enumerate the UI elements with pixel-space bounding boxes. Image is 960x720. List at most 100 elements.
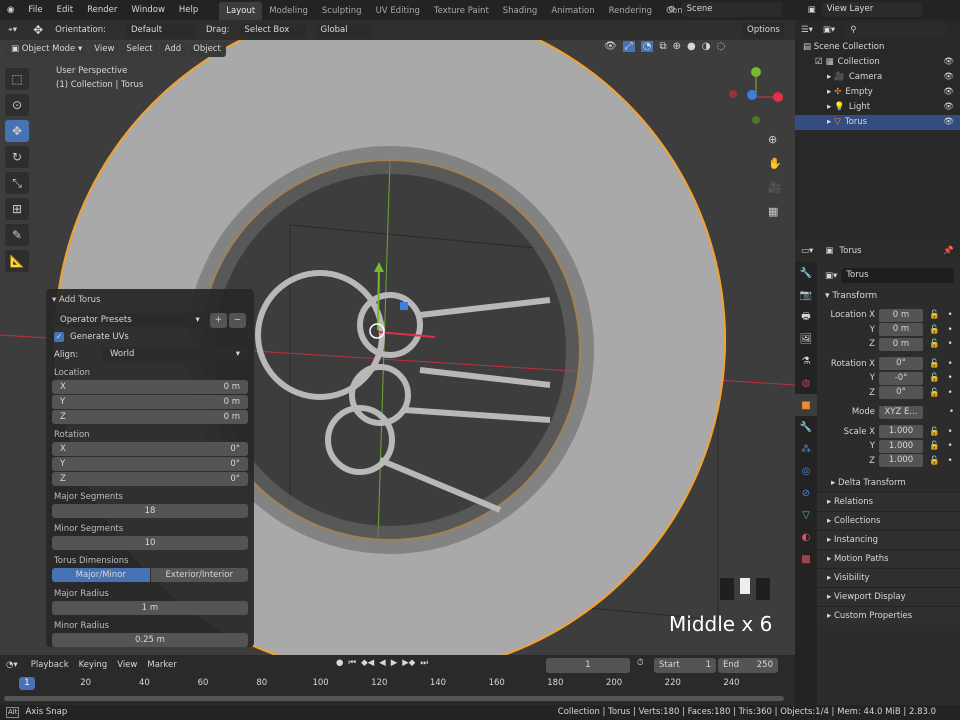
view-layer-icon[interactable]: ▣: [808, 5, 816, 15]
lock-icon[interactable]: 🔓: [929, 373, 940, 383]
rotation-y-field[interactable]: Y 0°: [52, 457, 248, 471]
gizmo-toggle-icon[interactable]: ⤢: [622, 41, 635, 52]
keyframe-dot-icon[interactable]: •: [948, 373, 953, 383]
lock-icon[interactable]: 🔓: [929, 388, 940, 398]
view-layer-selector[interactable]: View Layer: [821, 2, 922, 17]
rotate-icon[interactable]: ↻: [5, 146, 29, 168]
jump-start-icon[interactable]: ⏮: [348, 658, 356, 668]
menu-window[interactable]: Window: [124, 0, 172, 20]
checkbox-icon[interactable]: ▸: [827, 100, 831, 115]
minor-segments-field[interactable]: 10: [52, 536, 248, 550]
overlay-toggle-icon[interactable]: ◔: [640, 41, 654, 52]
physics-tab-icon[interactable]: ◎: [795, 460, 817, 482]
outliner-item-torus[interactable]: ▸ ▽ Torus 👁: [795, 115, 960, 130]
tool-select-icon[interactable]: ⌖▾: [8, 25, 17, 35]
align-dropdown[interactable]: World ▾: [102, 347, 248, 361]
timeline-menu-marker[interactable]: Marker: [142, 655, 181, 675]
start-frame-field[interactable]: Start 1: [654, 658, 716, 673]
prev-keyframe-icon[interactable]: ◆◀: [361, 658, 374, 668]
keyframe-dot-icon[interactable]: •: [948, 325, 953, 335]
tab-sculpting[interactable]: Sculpting: [315, 2, 369, 20]
row-value[interactable]: XYZ E...: [879, 405, 923, 419]
scene-selector[interactable]: Scene: [681, 2, 782, 17]
camera-view-icon[interactable]: 🎥: [768, 176, 782, 200]
visibility-eye-icon[interactable]: 👁: [943, 55, 954, 70]
play-icon[interactable]: ▶: [391, 658, 398, 668]
current-frame-field[interactable]: 1: [546, 658, 630, 673]
editor-type-icon[interactable]: ▭▾: [801, 246, 813, 256]
select-box-icon[interactable]: ⬚: [5, 68, 29, 90]
lock-icon[interactable]: 🔓: [929, 441, 940, 451]
object-name-field[interactable]: Torus: [841, 268, 954, 283]
rendered-shading-icon[interactable]: ◌: [716, 41, 725, 52]
lock-icon[interactable]: 🔓: [929, 427, 940, 437]
drag-dropdown[interactable]: Select Box: [239, 22, 306, 38]
jump-end-icon[interactable]: ⏭: [420, 658, 428, 668]
delta-transform-header[interactable]: ▸ Delta Transform: [795, 474, 960, 492]
minor-radius-field[interactable]: 0.25 m: [52, 633, 248, 647]
constraints-tab-icon[interactable]: ⊘: [795, 482, 817, 504]
section-instancing[interactable]: ▸ Instancing: [817, 530, 960, 549]
row-value[interactable]: 0°: [879, 357, 923, 371]
keyframe-dot-icon[interactable]: •: [948, 388, 953, 398]
timeline-scrollbar[interactable]: [4, 696, 784, 701]
menu-render[interactable]: Render: [80, 0, 124, 20]
scale-icon[interactable]: ⤡: [5, 172, 29, 194]
location-y-field[interactable]: Y 0 m: [52, 395, 248, 409]
menu-file[interactable]: File: [21, 0, 49, 20]
object-tab-icon[interactable]: ■: [795, 394, 817, 416]
visibility-eye-icon[interactable]: 👁: [943, 70, 954, 85]
end-frame-field[interactable]: End 250: [718, 658, 778, 673]
major-segments-field[interactable]: 18: [52, 504, 248, 518]
cursor-icon[interactable]: ⊙: [5, 94, 29, 116]
panel-title[interactable]: ▾ Add Torus: [52, 293, 248, 307]
transform-icon[interactable]: ⊞: [5, 198, 29, 220]
scene-tab-icon[interactable]: ⚗: [795, 350, 817, 372]
tab-shading[interactable]: Shading: [496, 2, 545, 20]
move-icon[interactable]: ✥: [33, 23, 43, 37]
particles-tab-icon[interactable]: ⁂: [795, 438, 817, 460]
record-icon[interactable]: ●: [336, 658, 343, 668]
timeline-menu-playback[interactable]: Playback: [26, 655, 74, 675]
pin-icon[interactable]: 📌: [943, 246, 954, 256]
lock-icon[interactable]: 🔓: [929, 325, 940, 335]
section-viewport-display[interactable]: ▸ Viewport Display: [817, 587, 960, 606]
material-tab-icon[interactable]: ◐: [795, 526, 817, 548]
row-value[interactable]: 0°: [879, 386, 923, 400]
measure-icon[interactable]: 📐: [5, 250, 29, 272]
view-layer-tab-icon[interactable]: 🖼: [795, 328, 817, 350]
row-value[interactable]: 0 m: [879, 337, 923, 351]
solid-shading-icon[interactable]: ●: [687, 41, 696, 52]
editor-type-clock-icon[interactable]: ◔▾: [6, 660, 18, 670]
annotate-icon[interactable]: ✎: [5, 224, 29, 246]
outliner-search-input[interactable]: ⚲: [845, 22, 946, 38]
checkbox-icon[interactable]: ▸: [827, 115, 831, 130]
timeline-menu-view[interactable]: View: [112, 655, 142, 675]
section-custom-properties[interactable]: ▸ Custom Properties: [817, 606, 960, 625]
section-relations[interactable]: ▸ Relations: [817, 492, 960, 511]
blender-logo-icon[interactable]: ◉: [0, 0, 21, 20]
keyframe-dot-icon[interactable]: •: [948, 427, 953, 437]
keyframe-dot-icon[interactable]: •: [948, 310, 953, 320]
stopwatch-icon[interactable]: ⏱: [637, 658, 644, 668]
visibility-eye-icon[interactable]: 👁: [943, 115, 954, 130]
keyframe-dot-icon[interactable]: •: [949, 407, 954, 417]
lock-icon[interactable]: 🔓: [929, 359, 940, 369]
scene-icon[interactable]: ⚙: [668, 5, 676, 15]
orientation-dropdown[interactable]: Default: [125, 22, 196, 38]
visibility-eye-icon[interactable]: 👁: [943, 85, 954, 100]
filter-icon[interactable]: ▣▾: [823, 25, 835, 35]
rotation-x-field[interactable]: X 0°: [52, 442, 248, 456]
checkbox-icon[interactable]: ▸: [827, 85, 831, 100]
xray-icon[interactable]: ⧉: [659, 41, 666, 52]
location-z-field[interactable]: Z 0 m: [52, 410, 248, 424]
options-dropdown[interactable]: Options: [742, 23, 785, 38]
location-x-field[interactable]: X 0 m: [52, 380, 248, 394]
tab-texture-paint[interactable]: Texture Paint: [427, 2, 496, 20]
keyframe-dot-icon[interactable]: •: [948, 441, 953, 451]
display-mode-icon[interactable]: ☰▾: [801, 25, 813, 35]
modifier-tab-icon[interactable]: 🔧: [795, 416, 817, 438]
visibility-eye-icon[interactable]: 👁: [943, 100, 954, 115]
outliner-item-camera[interactable]: ▸ 🎥 Camera 👁: [795, 70, 960, 85]
tab-animation[interactable]: Animation: [544, 2, 601, 20]
